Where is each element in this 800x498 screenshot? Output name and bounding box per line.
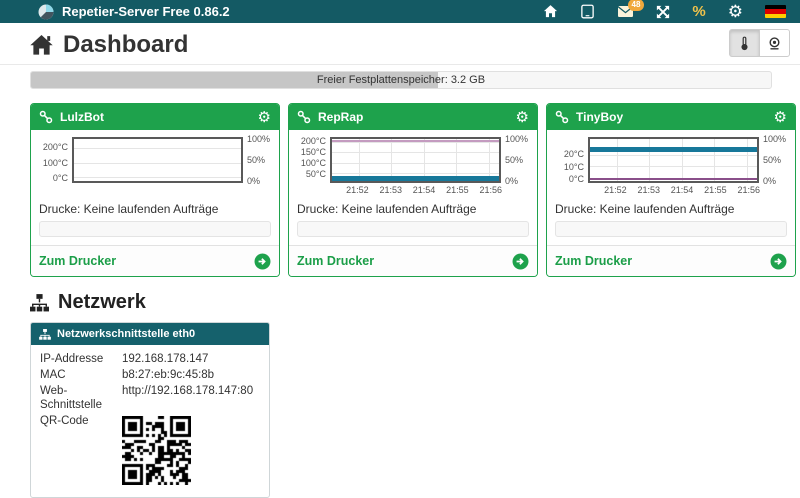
percent-icon[interactable]: % (692, 4, 705, 19)
go-to-printer-arrow-icon[interactable] (254, 253, 271, 270)
network-card-title: Netzwerkschnittstelle eth0 (57, 328, 196, 340)
network-row-ip: IP-Addresse 192.168.178.147 (40, 352, 260, 366)
page-title: Dashboard (30, 31, 188, 59)
tablet-icon[interactable] (580, 4, 595, 19)
home-icon[interactable] (543, 4, 558, 19)
web-interface-link[interactable]: http://192.168.178.147:80 (122, 384, 260, 412)
thermometer-toggle[interactable] (729, 29, 760, 57)
network-row-mac: MAC b8:27:eb:9c:45:8b (40, 368, 260, 382)
go-to-printer-arrow-icon[interactable] (512, 253, 529, 270)
home-icon (30, 34, 53, 56)
zum-drucker-link[interactable]: Zum Drucker (39, 254, 254, 268)
printer-settings-gear-icon[interactable]: ⚙ (774, 110, 787, 125)
printer-status-text: Drucke: Keine laufenden Aufträge (297, 202, 477, 216)
printer-card-reprap: RepRap ⚙ 200°C 150°C 100°C 50°C 100% 50% 0% 21… (288, 103, 538, 277)
printer-name: TinyBoy (576, 110, 624, 124)
network-section-heading: Netzwerk (30, 291, 146, 314)
temperature-chart: 200°C 150°C 100°C 50°C 100% 50% 0% 21:52 21:53 2… (300, 133, 529, 195)
printer-card-header: RepRap ⚙ (289, 104, 537, 130)
temperature-chart: 20°C 10°C 0°C 100% 50% 0% 21:52 21:53 21:54 21:5… (563, 133, 787, 195)
printer-settings-gear-icon[interactable]: ⚙ (258, 110, 271, 125)
printer-status-text: Drucke: Keine laufenden Aufträge (555, 202, 735, 216)
webcam-toggle[interactable] (759, 29, 790, 57)
navbar-actions: 48 % ⚙ (543, 0, 788, 20)
go-to-printer-arrow-icon[interactable] (770, 253, 787, 270)
link-icon (39, 110, 53, 124)
sitemap-icon (39, 328, 51, 340)
network-interface-card: Netzwerkschnittstelle eth0 IP-Addresse 1… (30, 322, 270, 498)
sitemap-icon (30, 293, 49, 312)
qr-code-image (122, 416, 191, 485)
printer-status-text: Drucke: Keine laufenden Aufträge (39, 202, 219, 216)
print-progress-bar (39, 221, 271, 237)
printer-card-header: LulzBot ⚙ (31, 104, 279, 130)
mail-count-badge: 48 (627, 0, 645, 11)
settings-gear-icon[interactable]: ⚙ (728, 3, 743, 20)
free-disk-space-bar: Freier Festplattenspeicher: 3.2 GB (30, 71, 772, 89)
network-row-web: Web-Schnittstelle http://192.168.178.147… (40, 384, 260, 412)
printer-card-tinyboy: TinyBoy ⚙ 20°C 10°C 0°C 100% 50% 0% 21:52 21:5… (546, 103, 796, 277)
mac-address-value: b8:27:eb:9c:45:8b (122, 369, 215, 381)
link-icon (297, 110, 311, 124)
link-icon (555, 110, 569, 124)
print-progress-bar (297, 221, 529, 237)
printer-card-footer: Zum Drucker (547, 245, 795, 276)
german-flag-icon[interactable] (765, 5, 786, 18)
app-brand[interactable]: Repetier-Server Free 0.86.2 (38, 4, 230, 20)
disk-space-label: Freier Festplattenspeicher: 3.2 GB (316, 74, 486, 86)
zum-drucker-link[interactable]: Zum Drucker (555, 254, 770, 268)
print-progress-bar (555, 221, 787, 237)
printer-card-footer: Zum Drucker (289, 245, 537, 276)
printer-card-header: TinyBoy ⚙ (547, 104, 795, 130)
dashboard-view-toggles (729, 29, 790, 57)
printer-name: RepRap (318, 110, 364, 124)
printer-name: LulzBot (60, 110, 104, 124)
printer-card-footer: Zum Drucker (31, 245, 279, 276)
printer-settings-gear-icon[interactable]: ⚙ (516, 110, 529, 125)
mail-icon[interactable]: 48 (617, 0, 645, 18)
percent-symbol: % (692, 3, 706, 20)
repetier-logo-icon (38, 4, 54, 20)
ip-address-value: 192.168.178.147 (122, 353, 209, 365)
app-title: Repetier-Server Free 0.86.2 (62, 4, 230, 19)
top-navbar: Repetier-Server Free 0.86.2 48 % ⚙ (0, 0, 800, 23)
temperature-chart: 200°C 100°C 0°C 100% 50% 0% (42, 133, 271, 187)
network-card-header: Netzwerkschnittstelle eth0 (31, 323, 269, 345)
page-header: Dashboard (0, 23, 800, 65)
fullscreen-icon[interactable] (656, 5, 670, 19)
zum-drucker-link[interactable]: Zum Drucker (297, 254, 512, 268)
printer-card-lulzbot: LulzBot ⚙ 200°C 100°C 0°C 100% 50% 0% Drucke:… (30, 103, 280, 277)
